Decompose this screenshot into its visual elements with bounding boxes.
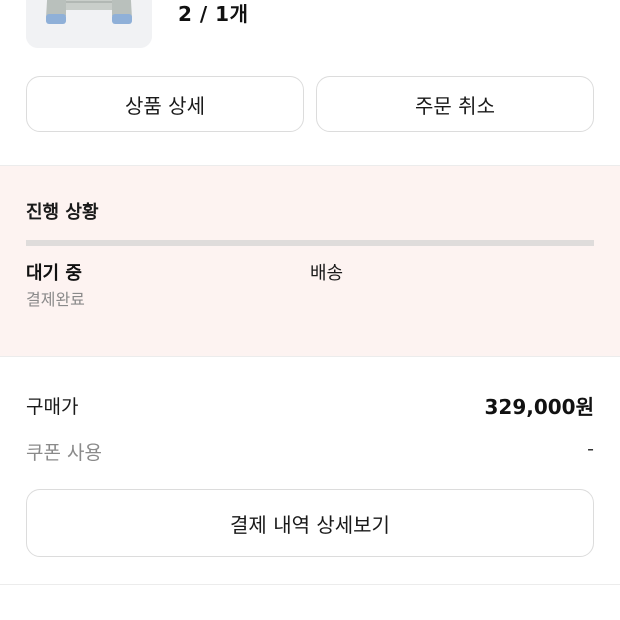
puffer-jacket-icon (26, 0, 152, 48)
price-value: 329,000원 (484, 395, 595, 419)
coupon-label: 쿠폰 사용 (26, 442, 102, 464)
divider (0, 356, 620, 357)
current-step-status: 결제완료 (26, 290, 85, 309)
coupon-value: - (587, 438, 594, 460)
product-quantity: 2 / 1개 (178, 2, 249, 26)
product-image[interactable] (26, 0, 152, 48)
payment-details-button[interactable]: 결제 내역 상세보기 (26, 489, 594, 557)
progress-panel: 진행 상황 대기 중 결제완료 배송 (0, 166, 620, 356)
progress-bar (26, 240, 594, 246)
price-label: 구매가 (26, 396, 79, 418)
current-step-label: 대기 중 (26, 263, 82, 284)
cancel-order-button[interactable]: 주문 취소 (316, 76, 594, 132)
shipping-step-label: 배송 (310, 263, 344, 284)
progress-title: 진행 상황 (26, 202, 99, 223)
divider (0, 584, 620, 585)
product-detail-button[interactable]: 상품 상세 (26, 76, 304, 132)
